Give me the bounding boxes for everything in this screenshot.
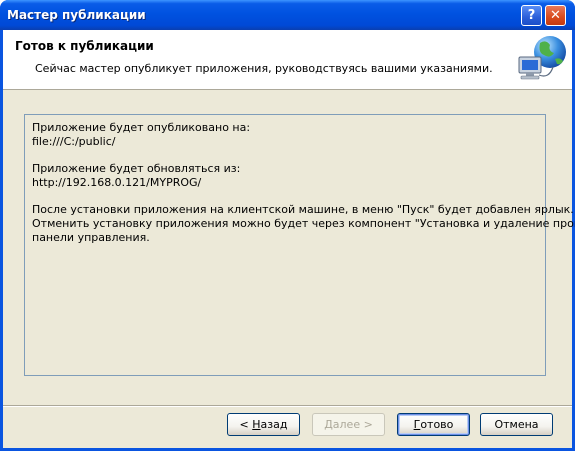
- globe-computer-icon: [518, 36, 566, 80]
- cancel-button[interactable]: Отмена: [480, 413, 553, 436]
- page-subtitle: Сейчас мастер опубликует приложения, рук…: [35, 62, 493, 75]
- back-button-label: азад: [260, 418, 288, 431]
- finish-button-label: отово: [420, 418, 454, 431]
- summary-note-line-1: После установки приложения на клиентской…: [32, 203, 574, 217]
- page-title: Готов к публикации: [15, 39, 154, 53]
- help-button[interactable]: ?: [521, 5, 542, 26]
- publish-location-value: file:///C:/public/: [32, 134, 116, 148]
- summary-box: Приложение будет опубликовано на: file:/…: [24, 114, 575, 376]
- update-location-label: Приложение будет обновляться из:: [32, 162, 241, 176]
- back-button[interactable]: < Назад: [227, 413, 300, 436]
- update-location-value: http://192.168.0.121/MYPROG/: [32, 175, 202, 189]
- wizard-header: Готов к публикации Сейчас мастер опублик…: [3, 30, 572, 90]
- title-bar[interactable]: Мастер публикации ? ✕: [0, 0, 575, 30]
- summary-note-line-2: Отменить установку приложения можно буде…: [32, 216, 575, 230]
- publish-location-label: Приложение будет опубликовано на:: [32, 121, 251, 134]
- summary-note-line-3: панели управления.: [32, 230, 150, 244]
- finish-button[interactable]: Готово: [397, 413, 470, 436]
- back-button-mnemonic: Н: [252, 418, 261, 431]
- wizard-window: Мастер публикации ? ✕ Готов к публикации…: [0, 0, 575, 451]
- back-button-prefix: <: [239, 418, 253, 431]
- button-separator: [3, 405, 572, 407]
- window-title: Мастер публикации: [7, 8, 146, 22]
- close-button[interactable]: ✕: [545, 5, 566, 26]
- next-button[interactable]: Далее >: [312, 413, 385, 436]
- wizard-client-area: Готов к публикации Сейчас мастер опублик…: [3, 30, 575, 448]
